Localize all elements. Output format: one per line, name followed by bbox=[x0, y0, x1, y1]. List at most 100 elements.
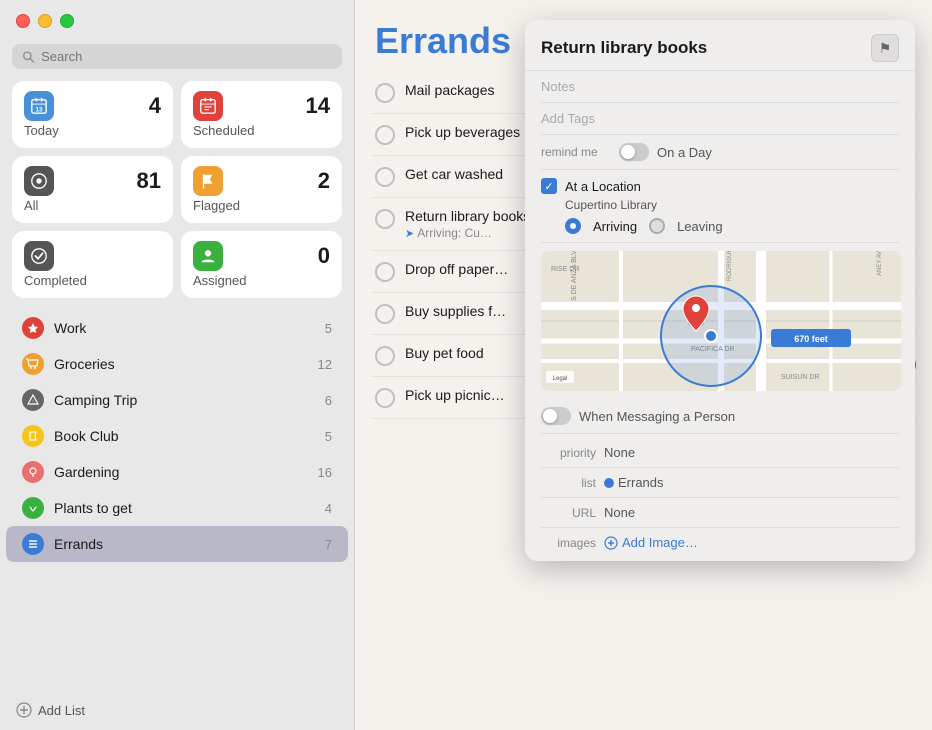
all-icon bbox=[24, 166, 54, 196]
map-container: S DE ANZA BLVD ANEY AVE RODRIGUES AVE PA… bbox=[541, 251, 901, 391]
url-label: URL bbox=[541, 506, 596, 520]
groceries-label: Groceries bbox=[54, 356, 318, 372]
task-checkbox-5[interactable] bbox=[375, 262, 395, 282]
close-button[interactable] bbox=[16, 14, 30, 28]
minimize-button[interactable] bbox=[38, 14, 52, 28]
add-list-icon bbox=[16, 702, 32, 718]
task-checkbox-2[interactable] bbox=[375, 125, 395, 145]
priority-row: priority None bbox=[541, 438, 899, 468]
scheduled-icon bbox=[193, 91, 223, 121]
leaving-radio[interactable] bbox=[649, 218, 665, 234]
when-messaging-row: When Messaging a Person bbox=[541, 399, 899, 434]
scheduled-count: 14 bbox=[306, 93, 330, 119]
list-dot-icon bbox=[604, 478, 614, 488]
svg-text:!: ! bbox=[32, 399, 33, 404]
task-text-3: Get car washed bbox=[405, 166, 503, 182]
maximize-button[interactable] bbox=[60, 14, 74, 28]
task-checkbox-3[interactable] bbox=[375, 167, 395, 187]
search-input[interactable] bbox=[41, 49, 332, 64]
detail-body: Notes Add Tags remind me On a Day ✓ At a… bbox=[525, 71, 915, 561]
smart-item-flagged[interactable]: 2 Flagged bbox=[181, 156, 342, 223]
task-text-4: Return library books bbox=[405, 208, 530, 224]
task-checkbox-4[interactable] bbox=[375, 209, 395, 229]
search-bar[interactable] bbox=[12, 44, 342, 69]
detail-title: Return library books bbox=[541, 38, 707, 58]
remind-row: remind me On a Day bbox=[541, 135, 899, 170]
assigned-count: 0 bbox=[318, 243, 330, 269]
list-item-plants[interactable]: Plants to get 4 bbox=[6, 490, 348, 526]
errands-label: Errands bbox=[54, 536, 325, 552]
task-checkbox-6[interactable] bbox=[375, 304, 395, 324]
on-a-day-label: On a Day bbox=[657, 145, 712, 160]
notes-field[interactable]: Notes bbox=[541, 71, 899, 103]
task-text-1: Mail packages bbox=[405, 82, 495, 98]
svg-text:ANEY AVE: ANEY AVE bbox=[877, 251, 883, 276]
detail-panel: Return library books ⚑ Notes Add Tags re… bbox=[525, 20, 915, 561]
priority-value[interactable]: None bbox=[604, 445, 899, 460]
remind-me-label: remind me bbox=[541, 145, 611, 159]
groceries-icon bbox=[22, 353, 44, 375]
task-checkbox-1[interactable] bbox=[375, 83, 395, 103]
svg-text:RODRIGUES AVE: RODRIGUES AVE bbox=[727, 251, 733, 281]
search-icon bbox=[22, 50, 35, 64]
bookclub-label: Book Club bbox=[54, 428, 325, 444]
all-label: All bbox=[24, 198, 161, 213]
svg-text:S DE ANZA BLVD: S DE ANZA BLVD bbox=[571, 251, 578, 301]
svg-text:RISE DR: RISE DR bbox=[551, 266, 579, 273]
list-item-work[interactable]: Work 5 bbox=[6, 310, 348, 346]
map-svg: S DE ANZA BLVD ANEY AVE RODRIGUES AVE PA… bbox=[541, 251, 901, 391]
completed-icon bbox=[24, 241, 54, 271]
today-icon: 13 bbox=[24, 91, 54, 121]
list-item-groceries[interactable]: Groceries 12 bbox=[6, 346, 348, 382]
sidebar: 13 4 Today bbox=[0, 0, 355, 730]
add-image-button[interactable]: Add Image… bbox=[604, 535, 698, 550]
notes-placeholder: Notes bbox=[541, 79, 575, 94]
smart-lists-grid: 13 4 Today bbox=[0, 81, 354, 306]
plants-icon bbox=[22, 497, 44, 519]
list-item-bookclub[interactable]: Book Club 5 bbox=[6, 418, 348, 454]
smart-item-today[interactable]: 13 4 Today bbox=[12, 81, 173, 148]
flagged-label: Flagged bbox=[193, 198, 330, 213]
all-count: 81 bbox=[137, 168, 161, 194]
svg-text:Legal: Legal bbox=[553, 376, 568, 382]
url-value[interactable]: None bbox=[604, 505, 899, 520]
camping-label: Camping Trip bbox=[54, 392, 325, 408]
list-title: Errands bbox=[375, 20, 511, 62]
add-image-icon bbox=[604, 536, 618, 550]
main-content: Errands 8 Mail packages Pick up beverage… bbox=[355, 0, 932, 730]
groceries-count: 12 bbox=[318, 357, 332, 372]
camping-count: 6 bbox=[325, 393, 332, 408]
list-item-camping[interactable]: ! Camping Trip 6 bbox=[6, 382, 348, 418]
task-text-8: Pick up picnic… bbox=[405, 387, 505, 403]
assigned-icon bbox=[193, 241, 223, 271]
tags-field[interactable]: Add Tags bbox=[541, 103, 899, 135]
task-text-7: Buy pet food bbox=[405, 345, 484, 361]
arriving-label: Arriving bbox=[593, 219, 637, 234]
task-text-5: Drop off paper… bbox=[405, 261, 508, 277]
smart-item-assigned[interactable]: 0 Assigned bbox=[181, 231, 342, 298]
add-list-button[interactable]: Add List bbox=[0, 690, 354, 730]
location-arrow-icon: ➤ bbox=[405, 227, 414, 240]
flag-button[interactable]: ⚑ bbox=[871, 34, 899, 62]
smart-item-completed[interactable]: Completed bbox=[12, 231, 173, 298]
task-checkbox-8[interactable] bbox=[375, 388, 395, 408]
location-row: ✓ At a Location bbox=[541, 178, 899, 194]
list-value[interactable]: Errands bbox=[618, 475, 664, 490]
when-messaging-toggle[interactable] bbox=[541, 407, 571, 425]
location-section: ✓ At a Location Cupertino Library Arrivi… bbox=[541, 170, 899, 243]
svg-text:SUISUN DR: SUISUN DR bbox=[781, 374, 820, 381]
at-location-label: At a Location bbox=[565, 179, 641, 194]
at-location-checkbox[interactable]: ✓ bbox=[541, 178, 557, 194]
smart-item-scheduled[interactable]: 14 Scheduled bbox=[181, 81, 342, 148]
list-item-gardening[interactable]: Gardening 16 bbox=[6, 454, 348, 490]
on-a-day-toggle[interactable] bbox=[619, 143, 649, 161]
task-checkbox-7[interactable] bbox=[375, 346, 395, 366]
gardening-label: Gardening bbox=[54, 464, 318, 480]
list-item-errands[interactable]: Errands 7 bbox=[6, 526, 348, 562]
add-image-label: Add Image… bbox=[622, 535, 698, 550]
arriving-radio[interactable] bbox=[565, 218, 581, 234]
smart-item-all[interactable]: 81 All bbox=[12, 156, 173, 223]
work-label: Work bbox=[54, 320, 325, 336]
user-lists: Work 5 Groceries 12 ! Camping Trip 6 Boo… bbox=[0, 306, 354, 690]
assigned-label: Assigned bbox=[193, 273, 330, 288]
